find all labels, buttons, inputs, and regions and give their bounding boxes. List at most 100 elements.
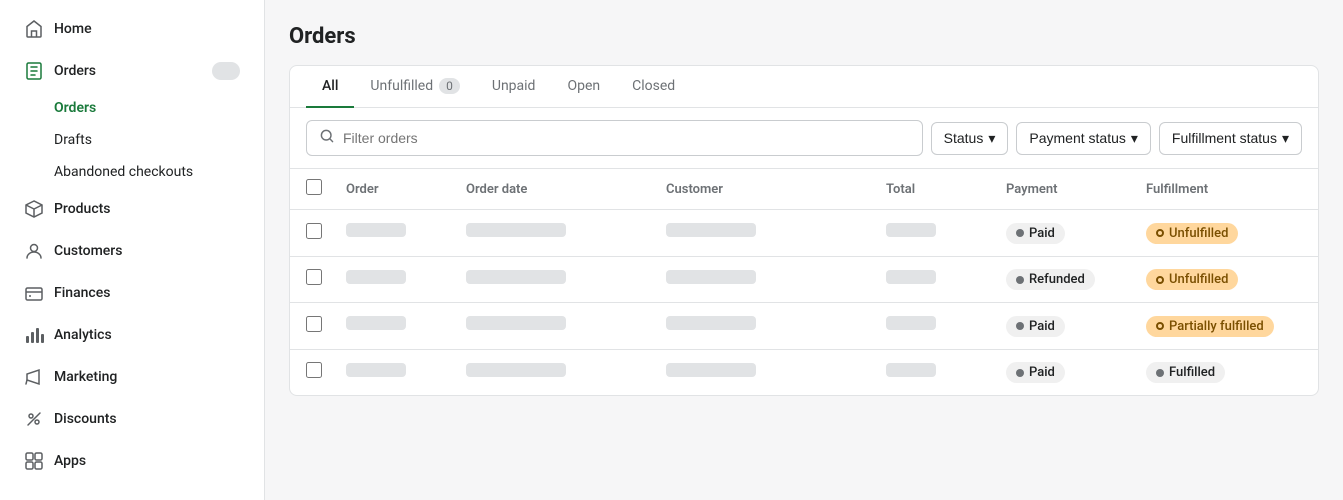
sidebar-item-discounts[interactable]: Discounts: [8, 399, 256, 439]
page-title: Orders: [289, 24, 1319, 49]
row-date: [466, 316, 666, 335]
status-filter-button[interactable]: Status ▾: [931, 122, 1009, 155]
payment-badge: Paid: [1006, 316, 1065, 337]
sidebar: Home Orders Orders Drafts Abandoned chec…: [0, 0, 265, 500]
fulfillment-status-filter-label: Fulfillment status: [1172, 130, 1277, 146]
status-chevron-icon: ▾: [988, 130, 995, 147]
row-checkbox-cell[interactable]: [306, 316, 346, 336]
table-row[interactable]: Paid Partially fulfilled: [290, 303, 1318, 350]
row-checkbox-cell[interactable]: [306, 362, 346, 382]
table-row[interactable]: Paid Fulfilled: [290, 350, 1318, 396]
select-all-checkbox-cell[interactable]: [306, 179, 346, 199]
row-payment: Paid: [1006, 222, 1146, 244]
sidebar-item-apps-label: Apps: [54, 453, 86, 469]
sidebar-subitem-drafts-label: Drafts: [54, 132, 92, 148]
row-checkbox-cell[interactable]: [306, 223, 346, 243]
sidebar-item-home-label: Home: [54, 21, 92, 37]
row-checkbox-cell[interactable]: [306, 269, 346, 289]
discounts-icon: [24, 409, 44, 429]
row-date: [466, 363, 666, 382]
sidebar-item-finances[interactable]: Finances: [8, 273, 256, 313]
payment-label: Paid: [1029, 226, 1055, 241]
row-date: [466, 223, 666, 242]
customers-icon: [24, 241, 44, 261]
tab-closed[interactable]: Closed: [616, 66, 691, 108]
sidebar-item-home[interactable]: Home: [8, 9, 256, 49]
row-order: [346, 316, 466, 335]
sidebar-subitem-abandoned[interactable]: Abandoned checkouts: [8, 157, 256, 187]
fulfillment-status-filter-button[interactable]: Fulfillment status ▾: [1159, 122, 1302, 155]
payment-label: Paid: [1029, 365, 1055, 380]
sidebar-item-marketing[interactable]: Marketing: [8, 357, 256, 397]
fulfillment-dot: [1156, 369, 1164, 377]
fulfillment-label: Unfulfilled: [1169, 272, 1228, 287]
row-total: [886, 316, 1006, 335]
fulfillment-label: Fulfilled: [1169, 365, 1215, 380]
row-total: [886, 270, 1006, 289]
fulfillment-label: Partially fulfilled: [1169, 319, 1264, 334]
tab-unfulfilled[interactable]: Unfulfilled 0: [354, 66, 475, 108]
sidebar-item-apps[interactable]: Apps: [8, 441, 256, 481]
search-input[interactable]: [343, 130, 910, 146]
fulfillment-dot: [1156, 229, 1164, 237]
row-checkbox[interactable]: [306, 316, 322, 332]
tab-all[interactable]: All: [306, 66, 354, 108]
payment-label: Paid: [1029, 319, 1055, 334]
main-content: Orders All Unfulfilled 0 Unpaid Open Clo…: [265, 0, 1343, 500]
payment-badge: Paid: [1006, 223, 1065, 244]
sidebar-item-orders[interactable]: Orders: [8, 51, 256, 91]
sidebar-subitem-orders[interactable]: Orders: [8, 93, 256, 123]
select-all-checkbox[interactable]: [306, 179, 322, 195]
table-row[interactable]: Paid Unfulfilled: [290, 210, 1318, 257]
status-filter-label: Status: [944, 130, 984, 146]
row-payment: Refunded: [1006, 269, 1146, 291]
payment-status-filter-button[interactable]: Payment status ▾: [1016, 122, 1151, 155]
sidebar-subitem-orders-label: Orders: [54, 100, 96, 116]
tab-open[interactable]: Open: [551, 66, 616, 108]
marketing-icon: [24, 367, 44, 387]
tab-unpaid[interactable]: Unpaid: [476, 66, 552, 108]
fulfillment-badge: Fulfilled: [1146, 362, 1225, 383]
search-box[interactable]: [306, 120, 923, 156]
payment-dot: [1016, 369, 1024, 377]
fulfillment-label: Unfulfilled: [1169, 226, 1228, 241]
sidebar-item-marketing-label: Marketing: [54, 369, 117, 385]
sidebar-item-customers[interactable]: Customers: [8, 231, 256, 271]
payment-badge: Paid: [1006, 362, 1065, 383]
orders-tabs: All Unfulfilled 0 Unpaid Open Closed: [290, 66, 1318, 108]
orders-card: All Unfulfilled 0 Unpaid Open Closed: [289, 65, 1319, 396]
sidebar-subitem-drafts[interactable]: Drafts: [8, 125, 256, 155]
row-checkbox[interactable]: [306, 269, 322, 285]
header-payment: Payment: [1006, 182, 1146, 197]
row-customer: [666, 223, 886, 242]
payment-status-filter-label: Payment status: [1029, 130, 1126, 146]
unfulfilled-badge: 0: [439, 78, 460, 94]
fulfillment-badge: Partially fulfilled: [1146, 316, 1274, 337]
row-customer: [666, 270, 886, 289]
sidebar-item-orders-label: Orders: [54, 63, 96, 79]
row-customer: [666, 363, 886, 382]
products-icon: [24, 199, 44, 219]
table-header: Order Order date Customer Total Payment …: [290, 169, 1318, 210]
row-total: [886, 223, 1006, 242]
payment-dot: [1016, 276, 1024, 284]
fulfillment-status-chevron-icon: ▾: [1282, 130, 1289, 147]
row-checkbox[interactable]: [306, 362, 322, 378]
row-order: [346, 363, 466, 382]
sidebar-item-products-label: Products: [54, 201, 111, 217]
table-row[interactable]: Refunded Unfulfilled: [290, 257, 1318, 304]
fulfillment-dot: [1156, 322, 1164, 330]
header-customer: Customer: [666, 182, 886, 197]
payment-badge: Refunded: [1006, 269, 1095, 290]
row-total: [886, 363, 1006, 382]
row-checkbox[interactable]: [306, 223, 322, 239]
sidebar-subitem-abandoned-label: Abandoned checkouts: [54, 164, 193, 180]
fulfillment-badge: Unfulfilled: [1146, 223, 1238, 244]
sidebar-item-analytics-label: Analytics: [54, 327, 112, 343]
sidebar-item-analytics[interactable]: Analytics: [8, 315, 256, 355]
row-payment: Paid: [1006, 315, 1146, 337]
orders-icon: [24, 61, 44, 81]
home-icon: [24, 19, 44, 39]
sidebar-item-products[interactable]: Products: [8, 189, 256, 229]
row-fulfillment: Unfulfilled: [1146, 269, 1343, 291]
